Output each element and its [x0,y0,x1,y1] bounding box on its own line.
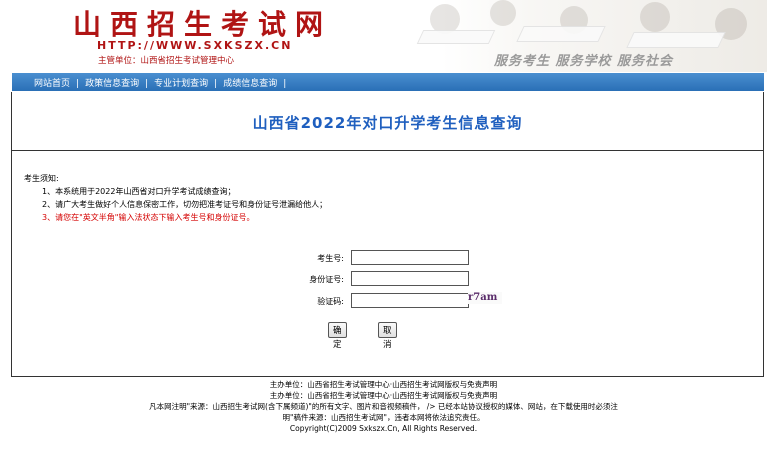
site-slogan: 服务考生 服务学校 服务社会 [494,54,674,69]
nav-item-plan[interactable]: 专业计划查询 [154,79,208,89]
nav-item-policy[interactable]: 政策信息查询 [85,79,139,89]
nav-item-scores[interactable]: 成绩信息查询 [223,79,277,89]
nav-separator: | [145,79,149,89]
submit-button[interactable]: 确定 [328,322,347,349]
nav-item-home[interactable]: 网站首页 [34,79,70,89]
footer-copyright-notice: 明"稿件来源：山西招生考试网"，违者本网将依法追究责任。 [282,413,485,422]
site-footer: 主办单位：山西省招生考试管理中心·山西招生考试网版权与免责声明 主办单位：山西省… [0,379,767,434]
query-panel: 山西省2022年对口升学考生信息查询 考生须知: 1、本系统用于2022年山西省… [11,92,764,377]
notice-heading: 考生须知: [24,174,59,183]
title-divider [12,150,763,151]
id-number-label: 身份证号: [309,275,344,284]
captcha-input[interactable] [351,293,469,308]
candidate-number-label: 考生号: [317,254,344,263]
footer-sponsor-line: 主办单位：山西省招生考试管理中心·山西招生考试网版权与免责声明 [269,391,498,400]
notice-item-warning: 3、请您在"英文半角"输入法状态下输入考生号和身份证号。 [42,213,255,222]
footer-copyright: Copyright(C)2009 Sxkszx.Cn, All Rights R… [289,424,478,433]
captcha-image[interactable]: r7am [468,292,502,304]
site-header: 山西招生考试网 HTTP://WWW.SXKSZX.CN 主管单位：山西省招生考… [0,0,767,72]
notice-item: 1、本系统用于2022年山西省对口升学考试成绩查询； [42,187,236,196]
notice-item: 2、请广大考生做好个人信息保密工作，切勿把准考证号和身份证号泄漏给他人； [42,200,328,209]
site-sponsor: 主管单位：山西省招生考试管理中心 [98,56,235,66]
id-number-input[interactable] [351,271,469,286]
site-url: HTTP://WWW.SXKSZX.CN [97,39,293,52]
page-title: 山西省2022年对口升学考生信息查询 [252,114,523,132]
nav-separator: | [214,79,218,89]
nav-separator: | [76,79,80,89]
notice-section: 考生须知: 1、本系统用于2022年山西省对口升学考试成绩查询； 2、请广大考生… [24,172,327,224]
main-nav: 网站首页 | 政策信息查询 | 专业计划查询 | 成绩信息查询 | [12,73,764,91]
nav-separator: | [283,79,287,89]
footer-sponsor-line: 主办单位：山西省招生考试管理中心·山西招生考试网版权与免责声明 [269,380,498,389]
candidate-number-input[interactable] [351,250,469,265]
captcha-label: 验证码: [317,297,344,306]
footer-copyright-notice: 凡本网注明"来源：山西招生考试网(含下属频道)"的所有文字、图片和音视频稿件， … [149,402,618,411]
site-title: 山西招生考试网 [73,8,333,41]
cancel-button[interactable]: 取消 [378,322,397,349]
